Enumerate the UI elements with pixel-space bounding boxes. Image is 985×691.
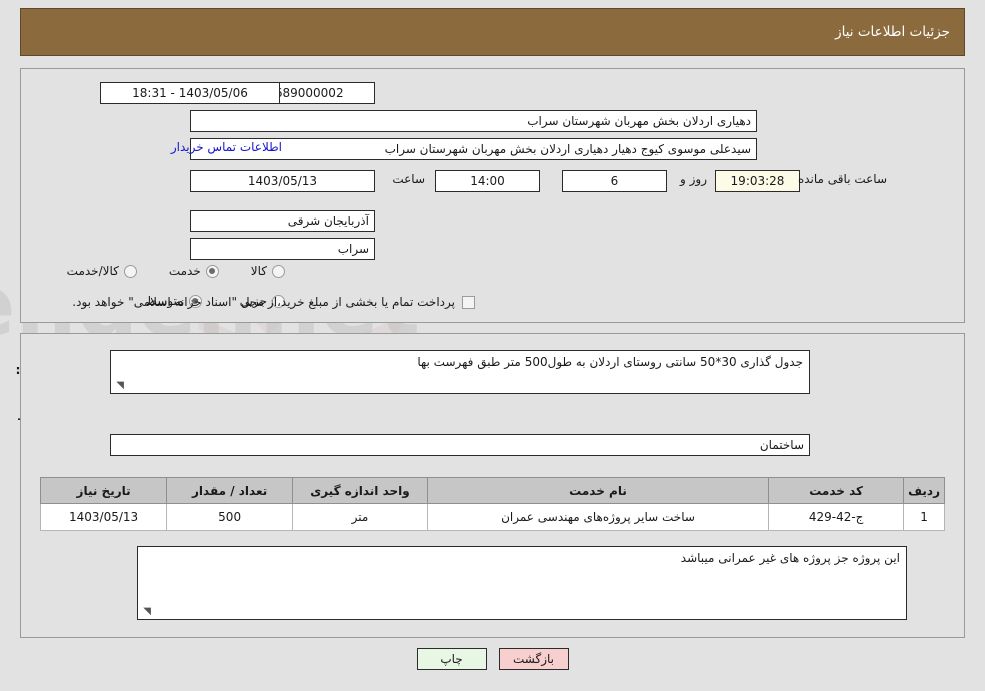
classification-option-label: کالا/خدمت: [66, 264, 119, 278]
days-remaining-value: 6: [562, 170, 667, 192]
radio-kala-icon[interactable]: [272, 264, 285, 278]
col-row-no: ردیف: [903, 477, 945, 504]
cell-need-date: 1403/05/13: [39, 503, 168, 531]
classification-option-label: خدمت: [168, 264, 201, 278]
buyer-notes-textarea[interactable]: این پروژه جز پروژه های غیر عمرانی میباشد…: [137, 546, 907, 620]
back-button[interactable]: بازگشت: [498, 648, 569, 670]
col-unit: واحد اندازه گیری: [292, 477, 428, 504]
table-header-row: ردیف کد خدمت نام خدمت واحد اندازه گیری ت…: [39, 477, 945, 504]
clock-remaining-value: 19:03:28: [715, 170, 800, 192]
cell-unit: متر: [292, 503, 428, 531]
cell-quantity: 500: [166, 503, 294, 531]
province-value: آذربایجان شرقی: [190, 210, 375, 232]
page-header-bar: جزئیات اطلاعات نیاز: [20, 8, 965, 56]
col-need-date: تاریخ نیاز: [39, 477, 168, 504]
services-table: ردیف کد خدمت نام خدمت واحد اندازه گیری ت…: [39, 477, 945, 531]
print-button[interactable]: چاپ: [416, 648, 487, 670]
treasury-note-row: پرداخت تمام یا بخشی از مبلغ خرید،از محل …: [72, 295, 475, 309]
footer-button-bar: بازگشت چاپ: [0, 648, 985, 670]
resize-grip-icon[interactable]: ◥: [141, 607, 151, 617]
deadline-time-value: 14:00: [435, 170, 540, 192]
summary-panel: [20, 68, 965, 323]
buyer-notes-value: این پروژه جز پروژه های غیر عمرانی میباشد: [680, 551, 900, 565]
cell-row-no: 1: [903, 503, 945, 531]
page-title: جزئیات اطلاعات نیاز: [835, 24, 950, 40]
classification-option-khedmat[interactable]: خدمت: [169, 264, 219, 278]
treasury-checkbox[interactable]: [462, 295, 475, 309]
city-value: سراب: [190, 238, 375, 260]
deadline-time-label: ساعت: [392, 172, 425, 186]
col-service-name: نام خدمت: [426, 477, 770, 504]
deadline-date-value: 1403/05/13: [190, 170, 375, 192]
general-description-value: جدول گذاری 30*50 سانتی روستای اردلان به …: [417, 355, 803, 369]
classification-option-label: کالا: [250, 264, 267, 278]
buyer-contact-link[interactable]: اطلاعات تماس خریدار: [171, 140, 282, 154]
table-row: 1 ج-42-429 ساخت سایر پروژه‌های مهندسی عم…: [39, 503, 945, 531]
days-remaining-label: روز و: [680, 172, 707, 186]
general-description-textarea[interactable]: جدول گذاری 30*50 سانتی روستای اردلان به …: [110, 350, 810, 394]
col-service-code: کد خدمت: [768, 477, 905, 504]
cell-service-code: ج-42-429: [768, 503, 905, 531]
col-quantity: تعداد / مقدار: [166, 477, 294, 504]
classification-option-kala-khedmat[interactable]: کالا/خدمت: [67, 264, 137, 278]
buyer-org-value: دهیاری اردلان بخش مهربان شهرستان سراب: [190, 110, 757, 132]
cell-service-name: ساخت سایر پروژه‌های مهندسی عمران: [426, 503, 770, 531]
resize-grip-icon[interactable]: ◥: [114, 381, 124, 391]
treasury-note-label: پرداخت تمام یا بخشی از مبلغ خرید،از محل …: [72, 295, 455, 309]
remaining-suffix-label: ساعت باقی مانده: [797, 172, 887, 186]
announce-datetime-value: 1403/05/06 - 18:31: [100, 82, 280, 104]
radio-kala-khedmat-icon[interactable]: [123, 264, 137, 278]
service-group-value: ساختمان: [110, 434, 810, 456]
services-table-wrap: ردیف کد خدمت نام خدمت واحد اندازه گیری ت…: [39, 477, 945, 531]
classification-option-kala[interactable]: کالا: [251, 264, 285, 278]
radio-khedmat-icon[interactable]: [205, 264, 219, 278]
